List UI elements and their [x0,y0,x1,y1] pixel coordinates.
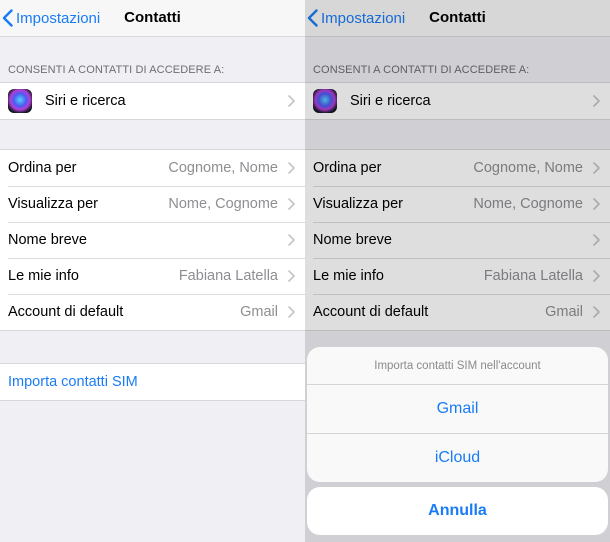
row-label: Le mie info [8,268,79,284]
settings-group: Ordina per Cognome, Nome Visualizza per … [0,149,305,331]
row-label: Nome breve [8,232,87,248]
import-sim-button[interactable]: Importa contatti SIM [0,364,305,400]
contacts-settings-screen-with-sheet: Impostazioni Contatti CONSENTI A CONTATT… [305,0,610,542]
chevron-right-icon [288,234,295,246]
chevron-right-icon [288,162,295,174]
row-label: Account di default [8,304,124,320]
navigation-bar: Impostazioni Contatti [0,0,305,37]
row-value: Cognome, Nome [168,160,278,176]
import-sim-label: Importa contatti SIM [8,374,138,390]
action-sheet: Importa contatti SIM nell'account Gmail … [307,347,608,482]
section-header: CONSENTI A CONTATTI DI ACCEDERE A: [8,64,225,76]
option-gmail-button[interactable]: Gmail [307,385,608,433]
action-sheet-title: Importa contatti SIM nell'account [307,347,608,385]
contacts-settings-screen: Impostazioni Contatti CONSENTI A CONTATT… [0,0,305,542]
import-group: Importa contatti SIM [0,363,305,401]
settings-row-short-name[interactable]: Nome breve [0,222,305,258]
settings-row-sort[interactable]: Ordina per Cognome, Nome [0,150,305,186]
settings-row-display[interactable]: Visualizza per Nome, Cognome [0,186,305,222]
settings-row-my-info[interactable]: Le mie info Fabiana Latella [0,258,305,294]
settings-row-default-account[interactable]: Account di default Gmail [0,294,305,330]
row-value: Nome, Cognome [168,196,278,212]
access-group: Siri e ricerca [0,82,305,120]
siri-icon [8,89,32,113]
page-title: Contatti [124,9,181,26]
option-icloud-button[interactable]: iCloud [307,433,608,482]
chevron-right-icon [288,95,295,107]
cancel-sheet: Annulla [307,487,608,535]
row-label: Ordina per [8,160,77,176]
row-label: Visualizza per [8,196,99,212]
cancel-button[interactable]: Annulla [307,487,608,535]
siri-row[interactable]: Siri e ricerca [0,83,305,119]
chevron-right-icon [288,270,295,282]
chevron-right-icon [288,198,295,210]
siri-label: Siri e ricerca [45,93,126,109]
chevron-right-icon [288,306,295,318]
row-value: Gmail [240,304,278,320]
row-value: Fabiana Latella [178,268,278,284]
